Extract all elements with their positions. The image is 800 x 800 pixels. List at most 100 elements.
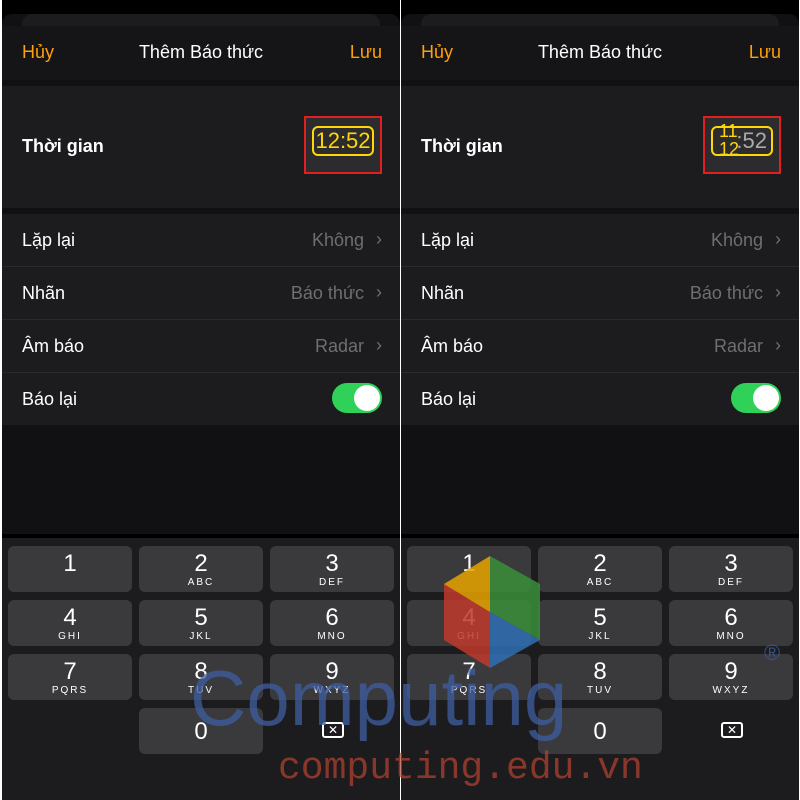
toggle-knob xyxy=(354,385,380,411)
key-7[interactable]: 7 PQRS xyxy=(407,654,531,700)
sound-label: Âm báo xyxy=(22,336,85,356)
key-8[interactable]: 8 TUV xyxy=(139,654,263,700)
key-letters: GHI xyxy=(457,631,481,642)
chevron-right-icon: › xyxy=(376,282,382,302)
page-title: Thêm Báo thức xyxy=(138,42,264,62)
backspace-icon: ✕ xyxy=(322,722,344,738)
key-4[interactable]: 4 GHI xyxy=(8,600,132,646)
key-number: 4 xyxy=(462,604,476,631)
label-value: Báo thức xyxy=(290,283,364,303)
key-number: 3 xyxy=(724,550,738,577)
chevron-right-icon: › xyxy=(376,229,382,249)
page-title: Thêm Báo thức xyxy=(537,42,663,62)
sound-row[interactable]: Âm báo Radar › xyxy=(2,320,400,373)
key-number: 7 xyxy=(462,658,476,685)
time-row: Thời gian 12:52 xyxy=(2,86,400,208)
key-1[interactable]: 1 xyxy=(8,546,132,592)
label-row[interactable]: Nhãn Báo thức › xyxy=(401,267,799,320)
repeat-row[interactable]: Lặp lại Không › xyxy=(401,214,799,267)
label-row[interactable]: Nhãn Báo thức › xyxy=(2,267,400,320)
key-0[interactable]: 0 xyxy=(538,708,662,754)
chevron-right-icon: › xyxy=(376,335,382,355)
backspace-key[interactable]: ✕ xyxy=(270,708,394,754)
label-value: Báo thức xyxy=(689,283,763,303)
repeat-value: Không xyxy=(710,230,763,250)
time-row: Thời gian 11 12 :52 xyxy=(401,86,799,208)
key-letters: ABC xyxy=(586,577,614,588)
key-number: 6 xyxy=(724,604,738,631)
key-5[interactable]: 5 JKL xyxy=(139,600,263,646)
repeat-row[interactable]: Lặp lại Không › xyxy=(2,214,400,267)
key-letters: WXYZ xyxy=(313,685,351,696)
key-letters: TUV xyxy=(587,685,613,696)
key-number: 2 xyxy=(593,550,607,577)
key-letters: GHI xyxy=(58,631,82,642)
key-4[interactable]: 4 GHI xyxy=(407,600,531,646)
time-picker-editing[interactable]: 11 12 :52 xyxy=(711,122,773,158)
key-3[interactable]: 3 DEF xyxy=(669,546,793,592)
key-number: 5 xyxy=(593,604,607,631)
key-9[interactable]: 9 WXYZ xyxy=(270,654,394,700)
key-letters: MNO xyxy=(716,631,746,642)
snooze-row: Báo lại xyxy=(2,373,400,425)
snooze-row: Báo lại xyxy=(401,373,799,425)
key-number: 0 xyxy=(194,718,208,745)
key-6[interactable]: 6 MNO xyxy=(270,600,394,646)
save-button[interactable]: Lưu xyxy=(350,42,382,63)
time-picker[interactable]: 12:52 xyxy=(312,126,374,156)
key-number: 2 xyxy=(194,550,208,577)
key-letters: WXYZ xyxy=(712,685,750,696)
key-5[interactable]: 5 JKL xyxy=(538,600,662,646)
minute-value[interactable]: :52 xyxy=(736,128,767,154)
chevron-right-icon: › xyxy=(775,229,781,249)
key-letters: TUV xyxy=(188,685,214,696)
key-number: 1 xyxy=(63,550,77,577)
key-number: 7 xyxy=(63,658,77,685)
nav-bar: Hủy Thêm Báo thức Lưu xyxy=(401,26,799,80)
key-number: 4 xyxy=(63,604,77,631)
snooze-label: Báo lại xyxy=(421,389,477,409)
key-number: 3 xyxy=(325,550,339,577)
time-label: Thời gian xyxy=(22,136,104,156)
sound-value: Radar xyxy=(713,336,763,356)
key-letters: MNO xyxy=(317,631,347,642)
key-number: 9 xyxy=(724,658,738,685)
key-0[interactable]: 0 xyxy=(139,708,263,754)
sound-row[interactable]: Âm báo Radar › xyxy=(401,320,799,373)
sound-label: Âm báo xyxy=(421,336,484,356)
key-letters: DEF xyxy=(319,577,345,588)
toggle-knob xyxy=(753,385,779,411)
key-letters: PQRS xyxy=(450,685,488,696)
key-2[interactable]: 2 ABC xyxy=(139,546,263,592)
key-2[interactable]: 2 ABC xyxy=(538,546,662,592)
key-3[interactable]: 3 DEF xyxy=(270,546,394,592)
key-7[interactable]: 7 PQRS xyxy=(8,654,132,700)
snooze-toggle[interactable] xyxy=(731,383,781,413)
key-letters: ABC xyxy=(187,577,215,588)
key-number: 8 xyxy=(593,658,607,685)
key-number: 0 xyxy=(593,718,607,745)
key-number: 5 xyxy=(194,604,208,631)
settings-list: Lặp lại Không › Nhãn Báo thức › Âm báo R… xyxy=(2,214,400,425)
save-button[interactable]: Lưu xyxy=(749,42,781,63)
snooze-label: Báo lại xyxy=(22,389,78,409)
key-number: 9 xyxy=(325,658,339,685)
phone-screen-right: Hủy Thêm Báo thức Lưu Thời gian 11 12 :52… xyxy=(401,0,799,800)
key-6[interactable]: 6 MNO xyxy=(669,600,793,646)
numeric-keypad: 1 2 ABC 3 DEF 4 GHI 5 JKL 6 MNO 7 PQRS 8 TUV 9W… xyxy=(401,538,799,800)
backspace-key[interactable]: ✕ xyxy=(669,708,793,754)
settings-list: Lặp lại Không › Nhãn Báo thức › Âm báo R… xyxy=(401,214,799,425)
key-letters: JKL xyxy=(588,631,612,642)
repeat-label: Lặp lại xyxy=(421,230,475,250)
key-1[interactable]: 1 xyxy=(407,546,531,592)
key-9[interactable]: 9 WXYZ xyxy=(669,654,793,700)
key-letters: JKL xyxy=(189,631,213,642)
chevron-right-icon: › xyxy=(775,282,781,302)
snooze-toggle[interactable] xyxy=(332,383,382,413)
key-number: 8 xyxy=(194,658,208,685)
key-8[interactable]: 8 TUV xyxy=(538,654,662,700)
time-label: Thời gian xyxy=(421,136,503,156)
key-number: 6 xyxy=(325,604,339,631)
label-label: Nhãn xyxy=(421,283,465,303)
numeric-keypad: 1 2 ABC 3 DEF 4 GHI 5 JKL 6 MNO 7 PQRS 8 TUV 9W… xyxy=(2,538,400,800)
